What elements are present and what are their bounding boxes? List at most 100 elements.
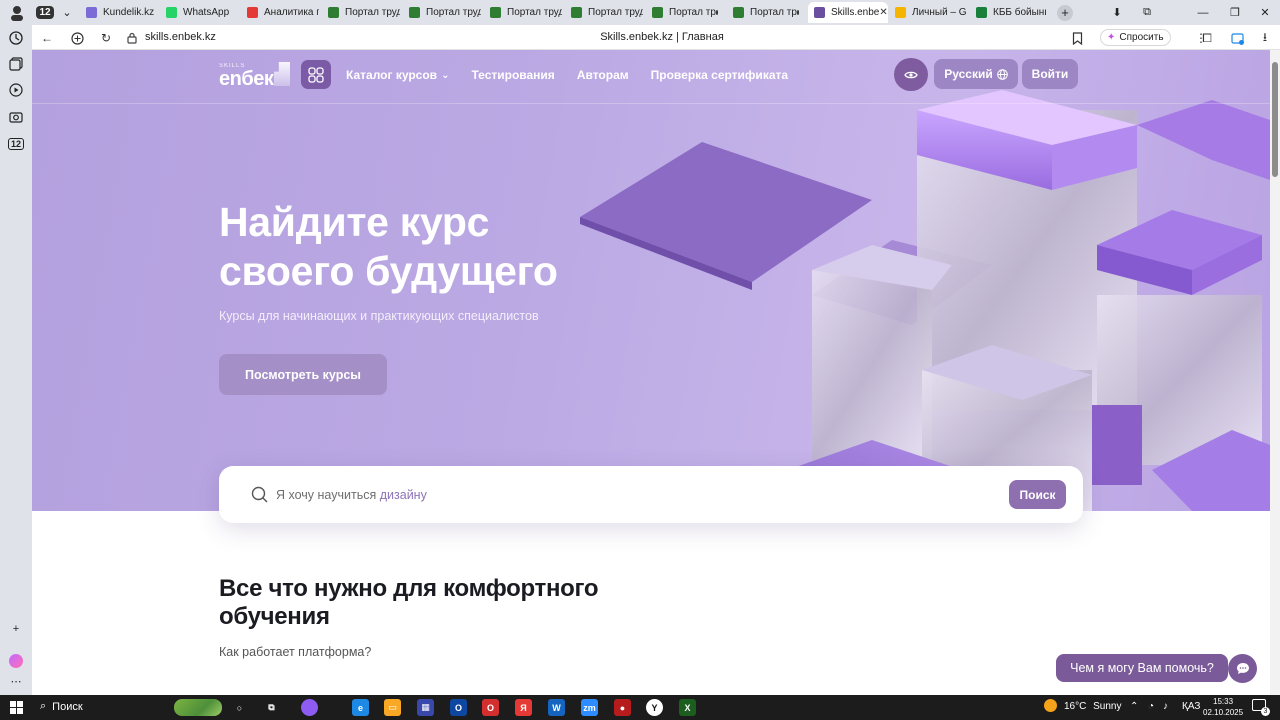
weather-text: Sunny <box>1093 701 1122 712</box>
yandex-browser-icon[interactable]: Y <box>646 699 663 716</box>
enbek-logo[interactable]: SKILLS enбек <box>219 62 291 90</box>
tab-label: WhatsApp <box>183 7 230 18</box>
tab-list-chevron-icon[interactable]: ⌄ <box>54 0 80 25</box>
browser-tab[interactable]: Портал тр <box>646 2 724 23</box>
close-tab-icon[interactable]: ✕ <box>879 7 887 18</box>
browser-tab[interactable]: WhatsApp <box>160 2 238 23</box>
nav-certificate-check[interactable]: Проверка сертификата <box>651 68 788 82</box>
reload-icon[interactable]: ↻ <box>97 29 115 47</box>
assistant-icon[interactable] <box>8 653 24 669</box>
browser-tab[interactable]: Портал труд <box>403 2 481 23</box>
login-button[interactable]: Войти <box>1022 59 1078 89</box>
restore-icon[interactable]: ❐ <box>1222 0 1248 25</box>
browser-tab[interactable]: Skills.enbe ✕ <box>808 2 888 23</box>
yandex-icon[interactable]: Я <box>515 699 532 716</box>
apps-grid-button[interactable] <box>301 60 331 89</box>
add-side-icon[interactable]: + <box>8 621 24 637</box>
hero-title: Найдите курс своего будущего <box>219 199 558 294</box>
word-icon[interactable]: W <box>548 699 565 716</box>
hero-section: SKILLS enбек Каталог курсов ⌄ Тестирован… <box>32 50 1270 511</box>
url-field[interactable]: skills.enbek.kz <box>145 31 216 43</box>
taskbar-clock[interactable]: 15:33 02.10.2025 <box>1203 696 1243 718</box>
tab-label: Skills.enbe <box>831 7 880 18</box>
outlook-icon[interactable]: O <box>450 699 467 716</box>
more-side-icon[interactable]: ⋯ <box>8 673 24 689</box>
input-language[interactable]: ҚАЗ <box>1182 701 1200 712</box>
tab-label: Kundelik.kz <box>103 7 155 18</box>
browser-tab[interactable]: Аналитика п <box>241 2 319 23</box>
search-button[interactable]: Поиск <box>1009 480 1066 509</box>
ask-label: Спросить <box>1119 32 1164 43</box>
browser-tab[interactable]: Портал труд <box>565 2 643 23</box>
browser-tab[interactable]: Личный – Gc <box>889 2 967 23</box>
scrollbar-thumb[interactable] <box>1272 62 1278 177</box>
download-arrow-icon[interactable]: ⭳ <box>1256 29 1274 47</box>
shield-icon[interactable] <box>68 29 86 47</box>
windows-start-icon[interactable] <box>8 699 25 716</box>
side-badge-label: 12 <box>8 138 25 150</box>
view-courses-button[interactable]: Посмотреть курсы <box>219 354 387 395</box>
copilot-icon[interactable] <box>301 699 318 716</box>
course-search-box[interactable]: Я хочу научиться дизайну Поиск <box>219 466 1083 523</box>
opera-icon[interactable]: O <box>482 699 499 716</box>
browser-tab[interactable]: Kundelik.kz <box>80 2 158 23</box>
search-highlight-image <box>174 699 222 716</box>
new-tab-button[interactable]: + <box>1052 0 1078 25</box>
notifications-count: 3 <box>1261 707 1270 716</box>
page-viewport: SKILLS enбек Каталог курсов ⌄ Тестирован… <box>32 50 1270 695</box>
browser-tab[interactable]: КББ бойынш <box>970 2 1046 23</box>
accessibility-button[interactable] <box>894 58 928 91</box>
site-info-icon[interactable] <box>123 29 141 47</box>
notifications-icon[interactable]: 3 <box>1252 699 1270 716</box>
tray-chevron-up-icon[interactable]: ⌃ <box>1130 701 1138 712</box>
zoom-icon[interactable]: zm <box>581 699 598 716</box>
page-scrollbar[interactable] <box>1270 50 1280 695</box>
excel-icon[interactable]: X <box>679 699 696 716</box>
search-input[interactable]: Я хочу научиться дизайну <box>276 488 427 502</box>
section-title: Все что нужно для комфортного обучения <box>219 575 599 630</box>
weather-temp: 16°C <box>1064 701 1087 712</box>
search-placeholder-accent: дизайну <box>379 488 427 502</box>
collections-side-icon[interactable] <box>8 56 24 72</box>
store-icon[interactable]: ▦ <box>417 699 434 716</box>
tab-audio-dot-icon <box>796 10 799 15</box>
browser-tab[interactable]: Портал тр <box>727 2 805 23</box>
taskbar-search[interactable]: ⌕ Поиск <box>40 700 83 713</box>
tab-favicon-icon <box>409 7 420 18</box>
tab-badge-side[interactable]: 12 <box>8 136 25 152</box>
explorer-icon[interactable]: ▭ <box>384 699 401 716</box>
collections-icon[interactable]: ⧉ <box>1134 0 1160 25</box>
help-chat-prompt[interactable]: Чем я могу Вам помочь? <box>1056 654 1228 682</box>
nav-authors[interactable]: Авторам <box>577 68 629 82</box>
extensions-icon[interactable]: ⧠ <box>1198 29 1216 47</box>
close-window-icon[interactable]: ✕ <box>1252 0 1278 25</box>
browser-tab[interactable]: Портал труд <box>322 2 400 23</box>
tab-favicon-icon <box>814 7 825 18</box>
chat-button[interactable] <box>1228 654 1257 683</box>
bookmark-icon[interactable] <box>1068 29 1086 47</box>
eye-icon <box>904 71 918 78</box>
language-selector[interactable]: Русский <box>934 59 1018 89</box>
profile-icon[interactable] <box>4 0 30 25</box>
weather-widget[interactable]: 16°C Sunny <box>1064 701 1121 712</box>
screenshot-icon[interactable] <box>8 109 24 125</box>
task-view-circle-icon[interactable]: ○ <box>231 699 248 716</box>
downloads-icon[interactable] <box>1228 29 1246 47</box>
grid-icon <box>308 66 324 83</box>
nav-testing[interactable]: Тестирования <box>471 68 554 82</box>
play-icon[interactable] <box>8 82 24 98</box>
volume-icon[interactable]: ♪ <box>1163 701 1168 712</box>
tab-favicon-icon <box>490 7 501 18</box>
back-arrow-icon[interactable]: ← <box>38 29 56 47</box>
tab-favicon-icon <box>895 7 906 18</box>
ask-assistant-button[interactable]: ✦ Спросить <box>1100 29 1171 46</box>
downloads-bar-icon[interactable]: ⬇ <box>1104 0 1130 25</box>
edge-icon[interactable]: e <box>352 699 369 716</box>
nav-catalog[interactable]: Каталог курсов ⌄ <box>346 68 449 82</box>
task-view-icon[interactable]: ⧉ <box>263 699 280 716</box>
recorder-icon[interactable]: ● <box>614 699 631 716</box>
minimize-icon[interactable]: — <box>1190 0 1216 25</box>
history-icon[interactable] <box>8 30 24 46</box>
wifi-icon[interactable]: ◔ <box>1148 701 1154 712</box>
browser-tab[interactable]: Портал труд <box>484 2 562 23</box>
